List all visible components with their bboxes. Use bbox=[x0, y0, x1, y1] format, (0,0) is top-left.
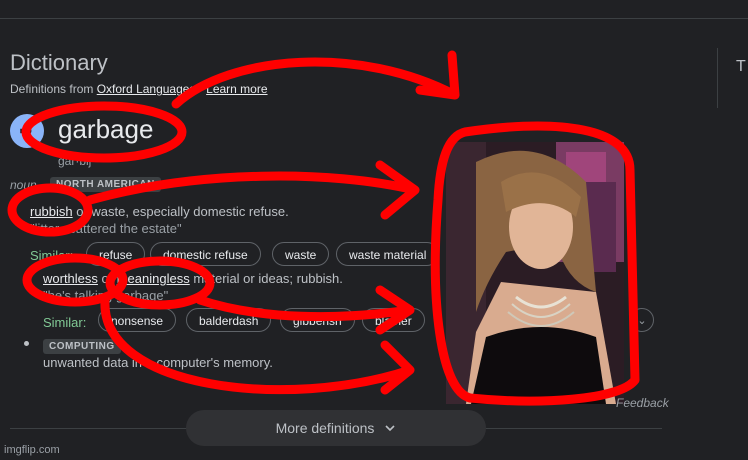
sense1-example: "litter scattered the estate" bbox=[30, 221, 182, 236]
chip-waste-material[interactable]: waste material bbox=[336, 242, 440, 266]
bullet bbox=[24, 341, 29, 346]
sense2-similar-label: Similar: bbox=[43, 315, 87, 330]
phonetic: gär·bij bbox=[58, 154, 92, 168]
more-synonyms-chevron-icon[interactable]: ⌄ bbox=[630, 308, 654, 332]
chip-waste[interactable]: waste bbox=[272, 242, 330, 266]
rubbish-link[interactable]: rubbish bbox=[30, 204, 73, 219]
chevron-down-icon bbox=[385, 425, 395, 432]
speaker-icon bbox=[20, 125, 32, 137]
computing-badge: COMPUTING bbox=[43, 339, 121, 354]
oxford-languages-link[interactable]: Oxford Languages bbox=[97, 82, 196, 96]
part-of-speech: noun bbox=[10, 178, 37, 192]
meaningless-link[interactable]: meaningless bbox=[117, 271, 190, 286]
pronunciation-button[interactable] bbox=[10, 114, 44, 148]
chip-refuse[interactable]: refuse bbox=[86, 242, 146, 266]
pasted-photo bbox=[446, 142, 624, 404]
definitions-from-label: Definitions from bbox=[10, 82, 94, 96]
more-definitions-button[interactable]: More definitions bbox=[186, 410, 486, 446]
top-divider bbox=[0, 18, 748, 19]
chip-nonsense[interactable]: nonsense bbox=[98, 308, 177, 332]
sense1-definition: rubbish or waste, especially domestic re… bbox=[30, 204, 289, 219]
chip-blather[interactable]: blather bbox=[362, 308, 425, 332]
imgflip-watermark: imgflip.com bbox=[4, 444, 60, 456]
chip-gibberish[interactable]: gibberish bbox=[280, 308, 355, 332]
dictionary-title: Dictionary bbox=[10, 50, 108, 75]
side-panel-letter: T bbox=[736, 58, 746, 75]
feedback-link[interactable]: Feedback bbox=[616, 396, 669, 410]
chip-balderdash[interactable]: balderdash bbox=[186, 308, 272, 332]
side-divider bbox=[717, 48, 718, 108]
sense2-mid: or bbox=[97, 271, 117, 286]
learn-more-link[interactable]: Learn more bbox=[206, 82, 267, 96]
arrow-top bbox=[171, 50, 460, 109]
definitions-source: Definitions from Oxford Languages · Lear… bbox=[10, 82, 268, 96]
portrait-illustration bbox=[446, 142, 624, 404]
source-separator: · bbox=[198, 82, 203, 96]
sense2-text: material or ideas; rubbish. bbox=[189, 271, 343, 286]
more-definitions-label: More definitions bbox=[275, 420, 375, 436]
chip-domestic-refuse[interactable]: domestic refuse bbox=[150, 242, 261, 266]
sense1-text: or waste, especially domestic refuse. bbox=[72, 204, 289, 219]
region-badge: NORTH AMERICAN bbox=[50, 177, 161, 192]
headword: garbage bbox=[58, 114, 154, 144]
sense3-definition: unwanted data in a computer's memory. bbox=[43, 355, 273, 370]
sense2-example: "he's talking garbage" bbox=[43, 288, 169, 303]
sense1-similar-label: Similar: bbox=[30, 248, 74, 263]
sense2-definition: worthless or meaningless material or ide… bbox=[43, 271, 343, 286]
worthless-link[interactable]: worthless bbox=[43, 271, 98, 286]
